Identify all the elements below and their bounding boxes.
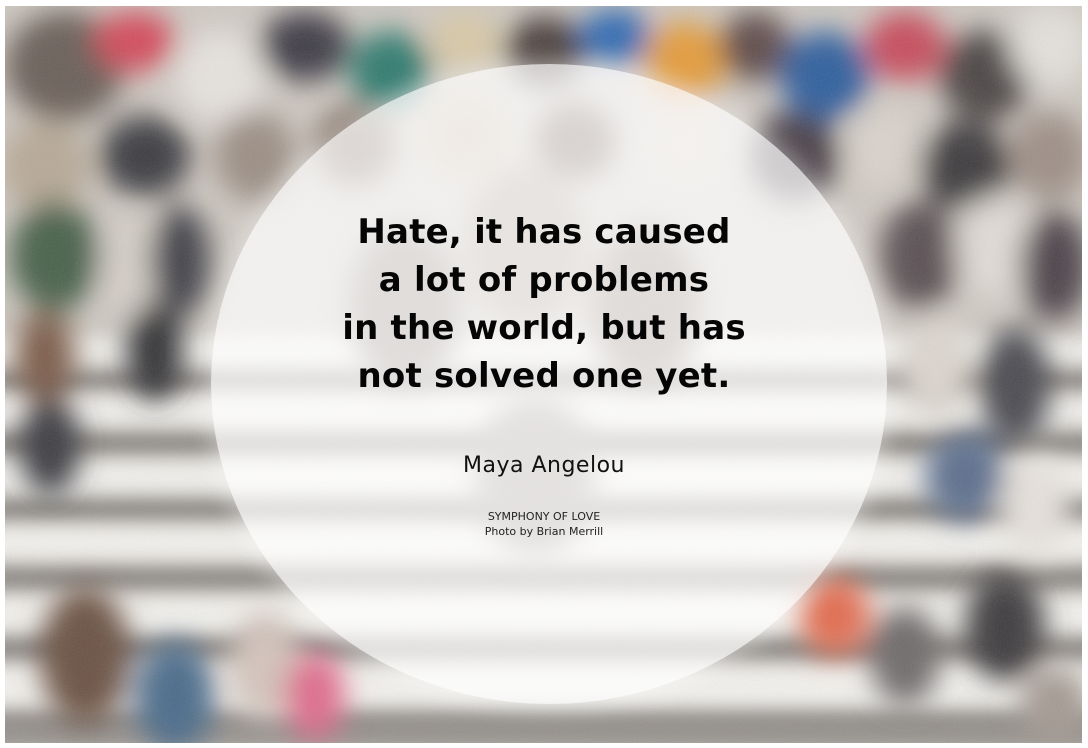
quote-line: not solved one yet.: [357, 356, 731, 396]
quote-line: a lot of problems: [378, 260, 710, 300]
credit-photographer: Photo by Brian Merrill: [484, 525, 604, 538]
quote-poster: Hate, it has caused a lot of problems in…: [0, 0, 1088, 748]
photo-credit: SYMPHONY OF LOVE Photo by Brian Merrill: [400, 509, 688, 539]
quote-line: Hate, it has caused: [357, 212, 731, 252]
quote-author: Maya Angelou: [463, 453, 625, 478]
credit-title: SYMPHONY OF LOVE: [487, 510, 601, 523]
quote-line: in the world, but has: [342, 308, 746, 348]
quote-text: Hate, it has caused a lot of problems in…: [300, 208, 788, 400]
